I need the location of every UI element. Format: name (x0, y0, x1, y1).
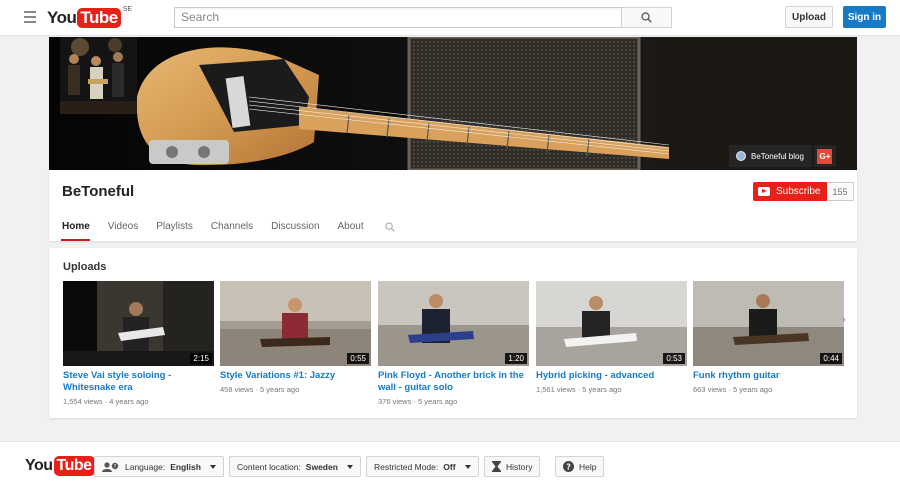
history-button[interactable]: History (484, 456, 541, 477)
video-title[interactable]: Steve Vai style soloing - Whitesnake era (63, 370, 214, 394)
help-label: Help (579, 461, 597, 472)
blog-link[interactable]: BeToneful blog (729, 145, 812, 167)
video-thumbnail[interactable]: 0:44 (693, 281, 844, 366)
google-plus-icon: G+ (817, 148, 833, 164)
youtube-play-icon (758, 187, 770, 196)
video-meta: 1,561 views · 5 years ago (536, 385, 622, 394)
logo-tube-text: Tube (77, 8, 121, 28)
channel-avatar[interactable] (60, 37, 137, 114)
video-duration: 1:20 (505, 353, 527, 364)
restricted-label: Restricted Mode: (374, 461, 439, 472)
language-value: English (170, 461, 201, 472)
youtube-logo[interactable]: You Tube SE (47, 6, 133, 28)
video-item[interactable]: 2:15 Steve Vai style soloing - Whitesnak… (63, 281, 214, 406)
globe-icon (736, 151, 746, 161)
guide-menu-icon[interactable] (24, 11, 36, 23)
uploads-shelf: Uploads 2:15 Steve Vai style soloing - W… (49, 248, 857, 418)
video-meta: 1,554 views · 4 years ago (63, 397, 149, 406)
footer-logo-you: You (25, 457, 53, 474)
hourglass-icon (492, 461, 501, 472)
subscribe-widget: Subscribe 155 (753, 182, 854, 201)
video-title[interactable]: Pink Floyd - Another brick in the wall -… (378, 370, 529, 394)
svg-text:?: ? (566, 462, 571, 471)
search-button[interactable] (621, 7, 672, 28)
video-item[interactable]: 0:53 Hybrid picking - advanced 1,561 vie… (536, 281, 687, 394)
subscribe-label: Subscribe (776, 186, 821, 197)
tab-channels[interactable]: Channels (202, 218, 262, 241)
video-meta: 663 views · 5 years ago (693, 385, 773, 394)
upload-button[interactable]: Upload (785, 6, 833, 28)
svg-text:?: ? (114, 464, 117, 470)
avatar-band-photo (60, 37, 137, 114)
tab-videos[interactable]: Videos (99, 218, 147, 241)
video-title[interactable]: Hybrid picking - advanced (536, 370, 687, 382)
video-item[interactable]: 1:20 Pink Floyd - Another brick in the w… (378, 281, 529, 406)
location-label: Content location: (237, 461, 301, 472)
video-thumbnail[interactable]: 0:55 (220, 281, 371, 366)
location-value: Sweden (305, 461, 338, 472)
masthead: You Tube SE Search Upload Sign in (0, 0, 900, 36)
tab-home[interactable]: Home (61, 218, 99, 241)
tab-about[interactable]: About (329, 218, 373, 241)
subscribe-button[interactable]: Subscribe (753, 182, 828, 201)
shelf-next-arrow-icon[interactable]: › (842, 314, 846, 326)
video-meta: 376 views · 5 years ago (378, 397, 458, 406)
content-location-button[interactable]: Content location: Sweden (229, 456, 361, 477)
blog-link-label: BeToneful blog (751, 151, 804, 161)
search-icon (641, 12, 652, 23)
footer-logo-tube: Tube (53, 456, 95, 476)
search-input[interactable]: Search (174, 7, 621, 28)
help-button[interactable]: ? Help (555, 456, 605, 477)
history-label: History (506, 461, 533, 472)
footer: You Tube ? Language: English Content loca… (0, 441, 900, 500)
chevron-down-icon (346, 464, 353, 469)
country-code: SE (122, 6, 133, 13)
language-label: Language: (125, 461, 166, 472)
banner-links: BeToneful blog G+ (729, 145, 836, 167)
video-title[interactable]: Style Variations #1: Jazzy (220, 370, 371, 382)
video-item[interactable]: 0:55 Style Variations #1: Jazzy 458 view… (220, 281, 371, 394)
language-picker-button[interactable]: ? Language: English (94, 456, 224, 477)
video-duration: 2:15 (190, 353, 212, 364)
logo-you-text: You (47, 8, 77, 27)
video-thumbnail[interactable]: 2:15 (63, 281, 214, 366)
channel-search-icon[interactable] (373, 218, 395, 241)
help-icon: ? (563, 461, 574, 472)
channel-header: BeToneful Subscribe 155 Home Videos Play… (49, 170, 857, 241)
search-bar: Search (174, 7, 672, 28)
video-meta: 458 views · 5 years ago (220, 385, 300, 394)
video-thumbnail[interactable]: 0:53 (536, 281, 687, 366)
language-icon: ? (102, 461, 119, 472)
channel-title[interactable]: BeToneful (62, 183, 134, 200)
sign-in-button[interactable]: Sign in (843, 6, 886, 28)
chevron-down-icon (209, 464, 216, 469)
channel-tabs: Home Videos Playlists Channels Discussio… (61, 218, 395, 241)
video-item[interactable]: 0:44 Funk rhythm guitar 663 views · 5 ye… (693, 281, 844, 394)
restricted-value: Off (443, 461, 456, 472)
uploads-heading[interactable]: Uploads (63, 261, 106, 273)
tab-discussion[interactable]: Discussion (262, 218, 328, 241)
chevron-down-icon (464, 464, 471, 469)
tab-playlists[interactable]: Playlists (147, 218, 202, 241)
video-duration: 0:55 (347, 353, 369, 364)
video-title[interactable]: Funk rhythm guitar (693, 370, 844, 382)
video-duration: 0:44 (820, 353, 842, 364)
video-duration: 0:53 (663, 353, 685, 364)
footer-youtube-logo[interactable]: You Tube (25, 456, 95, 476)
google-plus-link[interactable]: G+ (813, 145, 836, 167)
restricted-mode-button[interactable]: Restricted Mode: Off (366, 456, 479, 477)
subscriber-count: 155 (827, 182, 854, 201)
video-thumbnail[interactable]: 1:20 (378, 281, 529, 366)
